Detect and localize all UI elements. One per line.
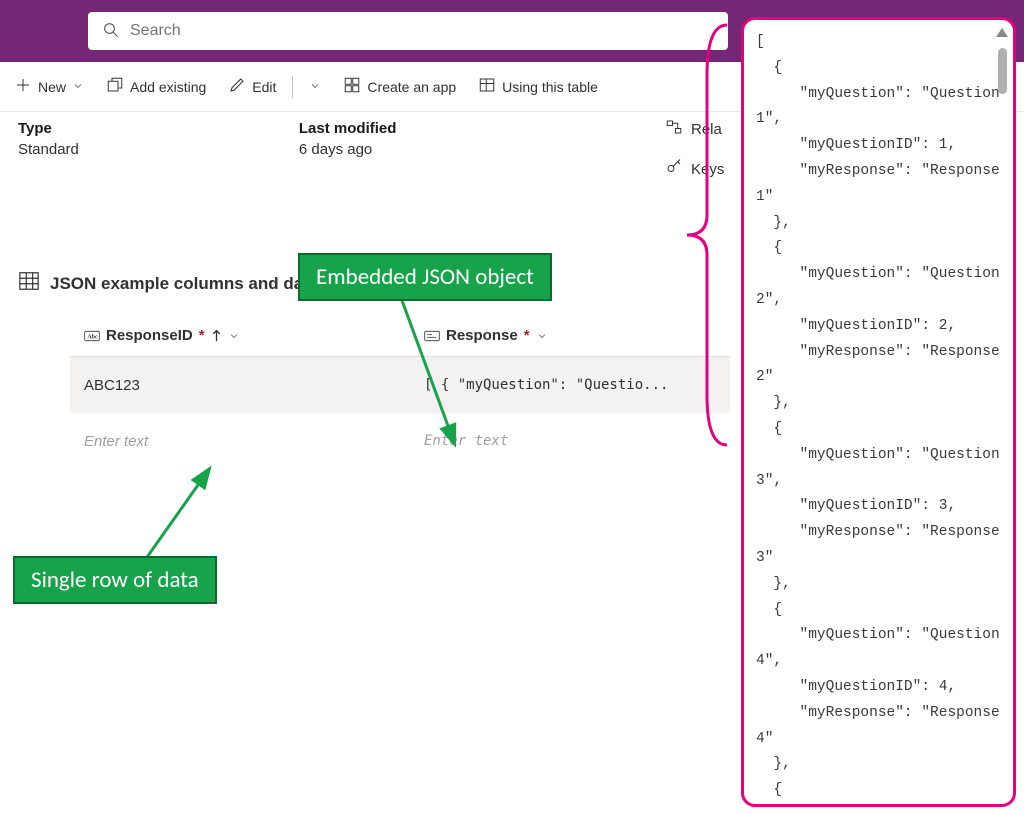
chevron-down-icon [228,330,240,342]
keys-label: Keys [691,161,724,178]
search-box[interactable] [88,12,728,50]
edit-label: Edit [252,79,276,95]
app-grid-icon [343,76,361,97]
divider [292,76,293,98]
new-button[interactable]: New [6,72,92,101]
new-label: New [38,79,66,95]
cell-response[interactable]: [ { "myQuestion": "Questio... [410,377,730,393]
col-response[interactable]: Response * [410,315,730,356]
scrollbar-thumb[interactable] [998,48,1007,94]
type-label: Type [18,120,79,137]
sort-asc-icon [211,329,222,342]
using-table-button[interactable]: Using this table [470,72,606,101]
required-asterisk: * [199,327,205,344]
section-title: JSON example columns and data [50,274,318,294]
using-table-label: Using this table [502,79,598,95]
scrollbar-up-icon[interactable] [996,28,1008,37]
rela-label: Rela [691,121,722,138]
keys-link[interactable]: Keys [665,158,724,180]
relationships-link[interactable]: Rela [665,118,724,140]
modified-value: 6 days ago [299,141,397,158]
text-field-icon: Abc [84,330,100,342]
json-detail-panel: [ { "myQuestion": "Question 1", "myQuest… [741,17,1016,807]
text-field-icon [424,330,440,342]
plus-icon [14,76,32,97]
modified-label: Last modified [299,120,397,137]
create-app-label: Create an app [367,79,456,95]
json-content[interactable]: [ { "myQuestion": "Question 1", "myQuest… [756,30,1003,807]
callout-row: Single row of data [13,556,217,604]
edit-button[interactable]: Edit [220,72,284,101]
chevron-down-icon [536,330,548,342]
cell-placeholder[interactable]: Enter text [70,433,410,450]
table-header: Abc ResponseID * Response * [70,315,730,357]
col-responseid-label: ResponseID [106,327,193,344]
add-existing-button[interactable]: Add existing [98,72,214,101]
chevron-down-icon [72,79,84,95]
cell-responseid[interactable]: ABC123 [70,377,410,394]
data-table: Abc ResponseID * Response * ABC123 [ { "my… [70,315,730,469]
add-existing-label: Add existing [130,79,206,95]
pencil-icon [228,76,246,97]
table-icon [478,76,496,97]
add-existing-icon [106,76,124,97]
prop-type: Type Standard [18,120,79,158]
prop-modified: Last modified 6 days ago [299,120,397,158]
cell-placeholder[interactable]: Enter text [410,433,730,449]
col-responseid[interactable]: Abc ResponseID * [70,315,410,356]
callout-json: Embedded JSON object [298,253,552,301]
search-input[interactable] [130,22,714,40]
relationship-icon [665,118,683,140]
table-row[interactable]: ABC123 [ { "myQuestion": "Questio... [70,357,730,413]
search-icon [102,21,120,42]
search-wrapper [88,12,728,50]
arrow-annotation [130,460,250,570]
col-response-label: Response [446,327,518,344]
side-actions: Rela Keys [665,118,724,180]
edit-chevron[interactable] [301,75,329,99]
chevron-down-icon [309,79,321,95]
table-grid-icon [18,270,40,297]
required-asterisk: * [524,327,530,344]
table-row-new[interactable]: Enter text Enter text [70,413,730,469]
key-icon [665,158,683,180]
create-app-button[interactable]: Create an app [335,72,464,101]
svg-text:Abc: Abc [87,334,98,340]
type-value: Standard [18,141,79,158]
